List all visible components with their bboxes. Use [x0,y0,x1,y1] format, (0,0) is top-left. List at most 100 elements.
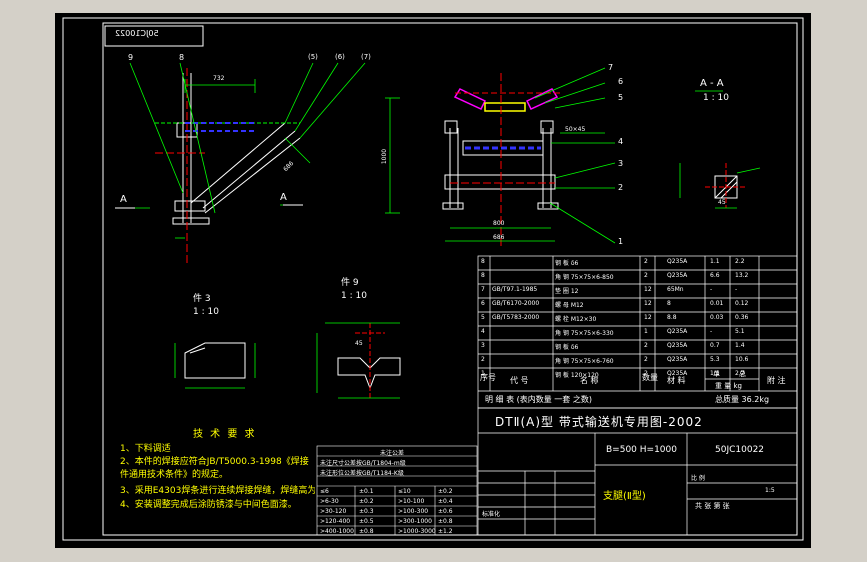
detail-3-scale: 1 : 10 [193,307,219,317]
detail-9-dims [316,322,400,399]
dim-45-b: 45 [355,340,363,347]
bom-cell-unit: 0.03 [710,314,724,321]
bom-summary-left: 明 细 表 (表内数量 一套 之数) [485,395,592,404]
bom-h-no: 序号 [480,373,496,382]
bom-cell-total: 10.6 [735,356,749,363]
tolerance-cell: ±1.2 [438,528,453,535]
bom-cell-qty: 2 [644,356,648,363]
tolerance-cell: >1000-3000 [398,528,436,535]
dim-686-mid: 686 [493,234,505,241]
callout-6: (6) [335,53,345,61]
dim-732: 732 [213,75,225,82]
params: B=500 H=1000 [606,445,677,455]
bom-cell-mat: 8 [667,300,671,307]
dim-weld: 50×45 [565,126,586,133]
bom-cell-unit: 5.3 [710,356,720,363]
tolerance-cell: ±0.2 [438,488,453,495]
bom-cell-unit: - [710,286,713,293]
bom-cell-name: 钢 板 δ6 [555,344,579,351]
bom-cell-no: 7 [481,286,485,293]
bom-cell-qty: 12 [644,286,652,293]
bom-h-name: 名 称 [580,376,599,385]
bom-cell-mat: Q235A [667,356,688,363]
bom-cell-no: 4 [481,328,485,335]
left-view [155,68,301,263]
dim-45-a: 45 [718,199,726,206]
tech-req-2: 2、本件的焊接应符合JB/T5000.3-1998《焊接件通用技术条件》的规定。 [120,457,309,480]
bom-cell-total: 0.36 [735,314,749,321]
tech-req-3: 3、采用E4303焊条进行连续焊接焊缝，焊缝高为... [120,486,315,496]
tolerance-cell: >120-400 [320,518,351,525]
callout-r7: 7 [608,63,614,72]
bom-cell-total: 5.1 [735,328,745,335]
detail-9-view [337,323,401,398]
detail-3-title: 件 3 [193,294,211,304]
bom-cell-qty: 2 [644,258,648,265]
bom-h-note: 附 注 [767,376,786,385]
tol-note2: 未注形位公差按GB/T1184-K级 [320,470,404,477]
bom-cell-name: 钢 板 δ6 [555,260,579,267]
dim-1000: 1000 [381,148,389,165]
bom-cell-name: 角 钢 75×75×6-330 [555,330,614,337]
left-view-dims [125,62,366,239]
tolerance-cell: ±0.2 [359,498,374,505]
bom-cell-no: 5 [481,314,485,321]
tol-note1: 未注尺寸公差按GB/T1804-m级 [320,460,406,467]
tolerance-cell: >400-1000 [320,528,354,535]
callout-r3: 3 [618,159,624,168]
bom-cell-qty: 2 [644,272,648,279]
scale-label: 比 例 [691,475,705,482]
callout-5: (5) [308,53,318,61]
a-a-view [705,163,747,208]
tolerance-cell: >100-300 [398,508,429,515]
bom-cell-mat: 8.8 [667,314,677,321]
tolerance-cell: ≤10 [398,488,411,495]
detail-9-scale: 1 : 10 [341,291,367,301]
section-a-right: A [280,192,287,203]
tech-req-1: 1、下料调适 [120,444,171,454]
bom-h-qty: 数量 [642,373,658,382]
bom-cell-total: 0.12 [735,300,749,307]
bom-cell-name: 角 钢 75×75×6-850 [555,274,614,281]
bom-summary-right: 总质量 36.2kg [715,395,770,404]
cad-viewer: 50JC10022 9 8 (5) (6) (7) 732 686 A A 7 … [0,0,867,562]
tolerance-cell: >300-1000 [398,518,432,525]
bom-cell-unit: - [710,328,713,335]
bom-cell-mat: Q235A [667,328,688,335]
callout-r4: 4 [618,137,624,146]
bom-cell-total: 1.4 [735,342,745,349]
callout-7: (7) [361,53,371,61]
tech-req-title: 技 术 要 求 [193,429,257,440]
bom-h-code: 代 号 [510,376,529,385]
callout-r5: 5 [618,93,624,102]
part-name: 支腿(Ⅱ型) [603,491,646,502]
bom-cell-mat: Q235A [667,342,688,349]
tolerance-cell: >6-30 [320,498,339,505]
bom-cell-name: 垫 圈 12 [555,288,579,295]
bom-cell-no: 8 [481,272,485,279]
bom-cell-no: 6 [481,300,485,307]
tolerance-cell: ±0.5 [359,518,374,525]
drawing-canvas[interactable]: 50JC10022 9 8 (5) (6) (7) 732 686 A A 7 … [55,13,811,548]
bom-cell-unit: 0.7 [710,342,720,349]
callout-9: 9 [128,53,134,62]
bom-cell-no: 2 [481,356,485,363]
detail-3-view [184,342,246,379]
bom-cell-name: 螺 母 M12 [555,302,584,309]
tolerance-cell: ±0.8 [438,518,453,525]
bom-cell-mat: Q235A [667,272,688,279]
bom-cell-qty: 12 [644,300,652,307]
bom-cell-unit: 0.01 [710,300,724,307]
bom-h-single: 单 [713,370,720,378]
tol-title: 未注公差 [380,450,405,457]
bom-cell-qty: 2 [644,342,648,349]
bom-cell-mat: Q235A [667,258,688,265]
bom-cell-total: 2.2 [735,258,745,265]
tolerance-cell: ≤6 [320,488,329,495]
bom-cell-code: GB/T97.1-1985 [492,286,538,293]
bom-cell-total: 13.2 [735,272,749,279]
bom-h-weight: 重 量 kg [715,382,742,390]
tolerance-cell: >30-120 [320,508,347,515]
bom-cell-total: - [735,286,738,293]
bom-cell-name: 角 钢 75×75×6-760 [555,358,614,365]
